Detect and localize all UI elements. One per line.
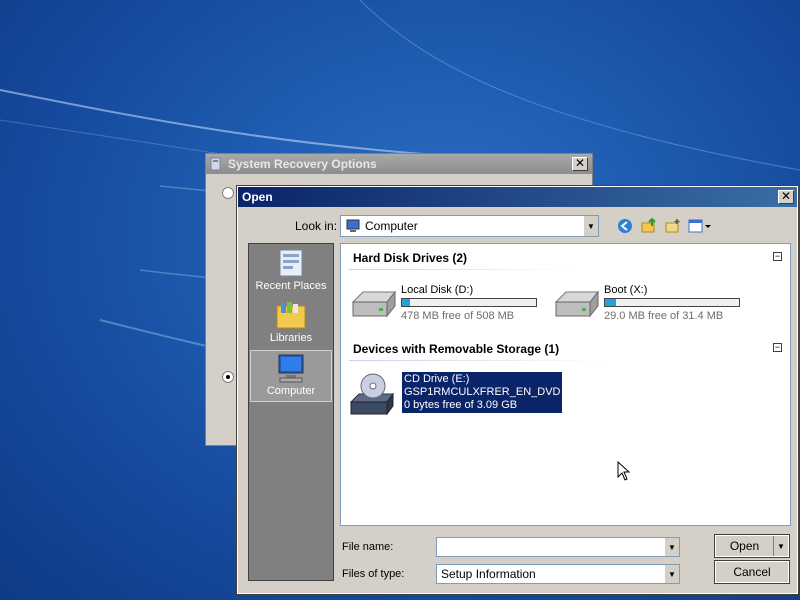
drive-local-disk-d[interactable]: Local Disk (D:) 478 MB free of 508 MB bbox=[349, 282, 537, 322]
drive-name: Boot (X:) bbox=[604, 284, 648, 296]
drive-name: CD Drive (E:) bbox=[404, 373, 470, 385]
look-in-label: Look in: bbox=[295, 219, 338, 233]
drive-free-space: 478 MB free of 508 MB bbox=[401, 310, 515, 322]
place-label: Computer bbox=[266, 385, 316, 397]
collapse-removable-button[interactable]: − bbox=[773, 343, 782, 352]
drive-usage-bar bbox=[401, 298, 537, 307]
cancel-button[interactable]: Cancel bbox=[714, 560, 790, 584]
drive-usage-fill bbox=[605, 299, 616, 306]
drive-boot-x[interactable]: Boot (X:) 29.0 MB free of 31.4 MB bbox=[552, 282, 740, 322]
chevron-down-icon[interactable]: ▼ bbox=[664, 565, 679, 583]
group-divider bbox=[349, 269, 575, 270]
cd-drive-icon bbox=[349, 373, 394, 416]
file-name-label: File name: bbox=[342, 541, 394, 553]
sro-title: System Recovery Options bbox=[228, 157, 377, 171]
sro-close-button[interactable]: ✕ bbox=[572, 157, 588, 171]
drive-free-space: 29.0 MB free of 31.4 MB bbox=[604, 310, 724, 322]
new-folder-button[interactable] bbox=[663, 216, 683, 236]
view-menu-button[interactable] bbox=[687, 216, 713, 236]
place-libraries[interactable]: Libraries bbox=[250, 298, 332, 350]
hard-disk-icon bbox=[554, 290, 600, 318]
back-button[interactable] bbox=[615, 216, 635, 236]
computer-icon bbox=[278, 354, 304, 383]
hard-disk-icon bbox=[351, 290, 397, 318]
drive-free-space: 0 bytes free of 3.09 GB bbox=[404, 399, 518, 411]
open-toolbar bbox=[615, 216, 713, 236]
place-recent-places[interactable]: Recent Places bbox=[250, 246, 332, 298]
mouse-pointer-icon bbox=[617, 461, 631, 481]
back-icon bbox=[618, 219, 632, 233]
place-computer[interactable]: Computer bbox=[250, 350, 332, 402]
recent-places-icon bbox=[279, 249, 303, 277]
sro-radio-option-1[interactable] bbox=[222, 187, 234, 199]
place-label: Libraries bbox=[269, 332, 313, 344]
open-title-bar[interactable]: Open bbox=[238, 187, 797, 207]
look-in-value: Computer bbox=[365, 219, 418, 233]
places-bar: Recent Places Libraries Computer bbox=[248, 243, 334, 581]
cd-drive-selected-label: CD Drive (E:) GSP1RMCULXFRER_EN_DVD 0 by… bbox=[402, 372, 563, 413]
open-title: Open bbox=[242, 190, 273, 204]
files-of-type-value: Setup Information bbox=[441, 567, 536, 581]
files-of-type-dropdown[interactable]: Setup Information ▼ bbox=[436, 564, 680, 584]
computer-icon bbox=[346, 219, 360, 232]
group-header-removable-storage[interactable]: Devices with Removable Storage (1) bbox=[353, 342, 559, 356]
sro-radio-option-2[interactable] bbox=[222, 371, 234, 383]
up-folder-icon bbox=[641, 218, 656, 233]
recovery-app-icon bbox=[210, 157, 221, 171]
up-folder-button[interactable] bbox=[639, 216, 659, 236]
chevron-down-icon[interactable]: ▼ bbox=[583, 216, 598, 236]
open-split-dropdown-icon[interactable]: ▼ bbox=[774, 542, 788, 551]
view-menu-icon bbox=[688, 219, 711, 233]
chevron-down-icon[interactable]: ▼ bbox=[664, 538, 679, 556]
drive-volume-label: GSP1RMCULXFRER_EN_DVD bbox=[404, 386, 561, 398]
place-label: Recent Places bbox=[255, 280, 327, 292]
drive-cd-e[interactable]: CD Drive (E:) GSP1RMCULXFRER_EN_DVD 0 by… bbox=[347, 372, 563, 418]
sro-title-bar[interactable]: System Recovery Options bbox=[206, 154, 592, 174]
drive-usage-fill bbox=[402, 299, 411, 306]
drive-name: Local Disk (D:) bbox=[401, 284, 474, 296]
file-list-pane: Hard Disk Drives (2) − Local Disk (D:) 4… bbox=[340, 243, 791, 526]
open-close-button[interactable]: ✕ bbox=[778, 190, 794, 204]
open-dialog: Open ✕ Look in: Computer ▼ Recent Places… bbox=[236, 185, 799, 595]
collapse-hdd-button[interactable]: − bbox=[773, 252, 782, 261]
group-divider bbox=[349, 360, 609, 361]
open-button[interactable]: Open ▼ bbox=[714, 534, 790, 558]
libraries-icon bbox=[276, 302, 306, 329]
drive-usage-bar bbox=[604, 298, 740, 307]
file-name-field[interactable]: ▼ bbox=[436, 537, 680, 557]
new-folder-icon bbox=[665, 219, 680, 233]
files-of-type-label: Files of type: bbox=[342, 568, 405, 580]
open-button-label: Open bbox=[716, 536, 774, 556]
look-in-dropdown[interactable]: Computer ▼ bbox=[340, 215, 599, 237]
group-header-hard-disk-drives[interactable]: Hard Disk Drives (2) bbox=[353, 251, 467, 265]
